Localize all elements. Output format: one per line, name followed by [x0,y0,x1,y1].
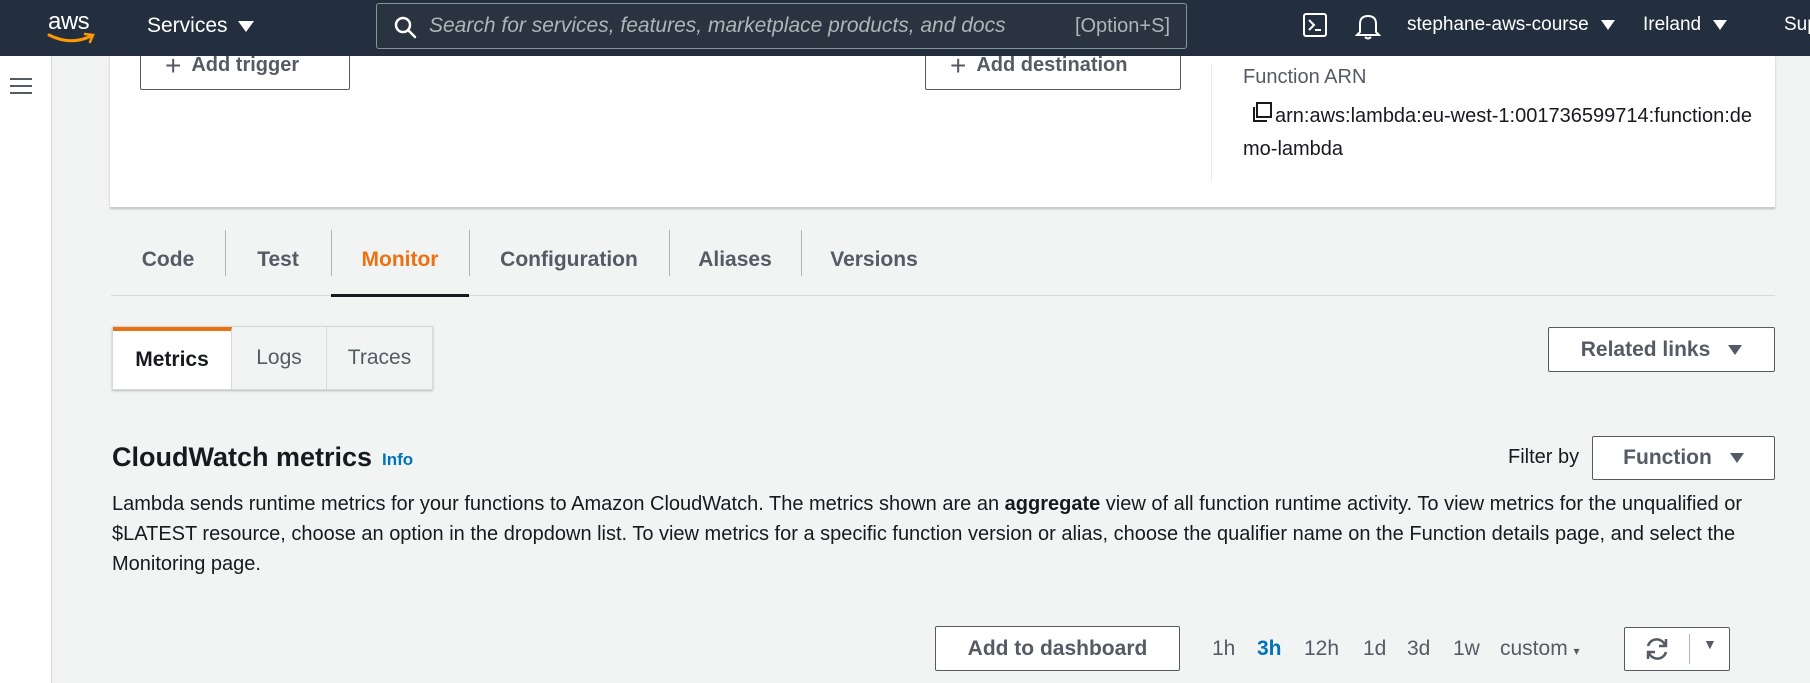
add-to-dashboard-button[interactable]: Add to dashboard [935,626,1180,671]
search-input[interactable] [429,4,1049,48]
description-text: Lambda sends runtime metrics for your fu… [112,493,1005,515]
button-divider [1689,634,1690,664]
tab-aliases[interactable]: Aliases [669,224,801,296]
add-destination-label: Add destination [976,56,1128,76]
monitor-subtabs: Metrics Logs Traces [112,326,433,390]
bell-icon[interactable] [1355,12,1381,40]
tab-configuration[interactable]: Configuration [469,224,669,296]
info-link[interactable]: Info [382,450,413,470]
top-navigation: aws Services [Option+S] stephane-aws-cou… [0,0,1810,56]
range-3h[interactable]: 3h [1257,637,1282,661]
cloudwatch-metrics-heading: CloudWatch metrics [112,442,373,472]
refresh-button-group: ▼ [1624,627,1730,671]
cloudshell-icon[interactable] [1302,12,1328,38]
related-links-dropdown[interactable]: Related links [1548,327,1775,372]
range-3d[interactable]: 3d [1407,637,1430,661]
search-shortcut: [Option+S] [1074,15,1170,37]
side-navigation-strip [0,56,52,683]
cloudwatch-description: Lambda sends runtime metrics for your fu… [112,489,1762,579]
tab-test[interactable]: Test [225,224,331,296]
function-overview-panel: + Add trigger + Add destination Function… [110,56,1775,208]
range-12h[interactable]: 12h [1304,637,1339,661]
related-links-label: Related links [1580,337,1711,361]
add-trigger-label: Add trigger [191,56,300,76]
panel-divider [1211,64,1212,182]
tab-code[interactable]: Code [111,224,225,296]
region-menu[interactable]: Ireland [1643,14,1728,36]
caret-down-icon [237,20,254,32]
filter-by-label: Filter by [1508,446,1580,468]
filter-function-dropdown[interactable]: Function [1592,436,1775,480]
description-bold-text: aggregate [1004,493,1101,515]
caret-down-icon [1729,453,1744,463]
search-box[interactable]: [Option+S] [376,3,1187,49]
account-menu[interactable]: stephane-aws-course [1407,14,1615,36]
add-trigger-button[interactable]: + Add trigger [140,56,350,90]
range-1h[interactable]: 1h [1212,637,1235,661]
search-icon [394,16,417,39]
region-name: Ireland [1643,14,1702,35]
aws-smile-icon [47,32,95,44]
services-menu[interactable]: Services [147,14,254,38]
tab-monitor[interactable]: Monitor [331,224,469,297]
subtab-traces[interactable]: Traces [327,327,432,389]
plus-icon: + [165,56,182,81]
caret-down-icon [1713,20,1728,30]
support-menu[interactable]: Support [1784,14,1810,36]
range-custom[interactable]: custom ▾ [1500,637,1580,661]
caret-down-icon [1600,20,1615,30]
plus-icon: + [950,56,967,81]
function-arn-value: arn:aws:lambda:eu-west-1:001736599714:fu… [1243,105,1752,160]
range-1d[interactable]: 1d [1363,637,1386,661]
filter-value: Function [1623,446,1712,469]
function-tabs: Code Test Monitor Configuration Aliases … [111,224,1775,297]
subtab-metrics[interactable]: Metrics [113,327,232,389]
subtab-logs[interactable]: Logs [232,327,327,389]
services-label: Services [147,14,228,37]
function-arn-heading: Function ARN [1243,66,1367,88]
menu-icon[interactable] [10,78,32,96]
aws-logo[interactable]: aws [44,6,100,46]
caret-down-icon: ▾ [1573,644,1580,658]
refresh-options-icon[interactable]: ▼ [1703,636,1717,652]
account-name: stephane-aws-course [1407,14,1589,35]
add-destination-button[interactable]: + Add destination [925,56,1181,90]
range-custom-label: custom [1500,637,1568,660]
range-1w[interactable]: 1w [1453,637,1480,661]
caret-down-icon [1728,344,1743,355]
refresh-icon[interactable] [1643,636,1671,662]
tab-versions[interactable]: Versions [801,224,947,296]
